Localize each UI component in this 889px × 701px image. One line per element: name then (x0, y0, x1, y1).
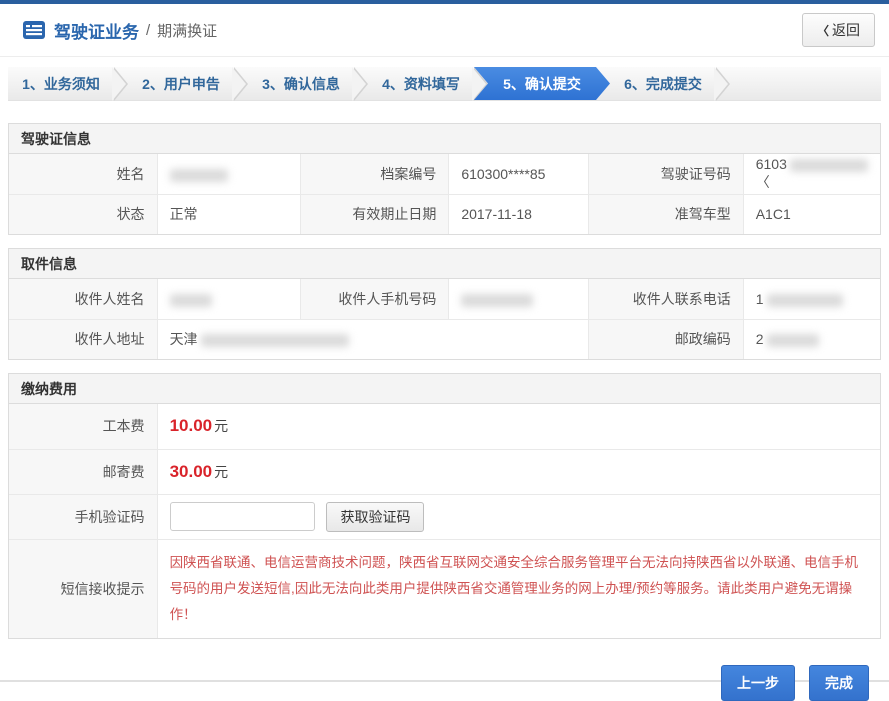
page-header: 驾驶证业务 / 期满换证 〈 返回 (0, 4, 889, 57)
sms-notice-label: 短信接收提示 (9, 539, 157, 638)
step-separator (716, 67, 730, 100)
redacted-mobile (461, 294, 533, 307)
redacted-address (201, 334, 349, 347)
step-1-business-notice[interactable]: 1、业务须知 (8, 67, 114, 100)
postage-fee-value: 30.00元 (157, 449, 880, 494)
step-4-fill-materials[interactable]: 4、资料填写 (368, 67, 474, 100)
expiry-label: 有效期止日期 (301, 194, 449, 234)
production-fee-value: 10.00元 (157, 404, 880, 449)
license-info-section: 驾驶证信息 姓名 档案编号 610300****85 驾驶证号码 6103〈 状… (8, 123, 881, 235)
sms-code-label: 手机验证码 (9, 494, 157, 539)
recipient-phone-value: 1 (743, 279, 880, 319)
finish-button[interactable]: 完成 (809, 665, 869, 701)
previous-step-button[interactable]: 上一步 (721, 665, 795, 701)
license-info-title: 驾驶证信息 (9, 124, 880, 154)
recipient-mobile-label: 收件人手机号码 (301, 279, 449, 319)
redacted-phone (767, 294, 843, 307)
breadcrumb-current: 期满换证 (157, 20, 217, 41)
step-bar-filler (730, 67, 881, 100)
table-row: 短信接收提示 因陕西省联通、电信运营商技术问题，陕西省互联网交通安全综合服务管理… (9, 539, 880, 638)
redacted-name (170, 169, 228, 182)
table-row: 工本费 10.00元 (9, 404, 880, 449)
license-services-icon (22, 20, 46, 40)
table-row: 邮寄费 30.00元 (9, 449, 880, 494)
production-fee-label: 工本费 (9, 404, 157, 449)
get-sms-code-button[interactable]: 获取验证码 (326, 502, 424, 532)
recipient-mobile-value (449, 279, 588, 319)
name-value (157, 154, 301, 194)
fees-title: 缴纳费用 (9, 374, 880, 404)
sms-notice-text: 因陕西省联通、电信运营商技术问题，陕西省互联网交通安全综合服务管理平台无法向持陕… (170, 540, 880, 639)
fees-section: 缴纳费用 工本费 10.00元 邮寄费 30.00元 手机验证码 获取验证码 短… (8, 373, 881, 639)
sms-code-cell: 获取验证码 (157, 494, 880, 539)
step-separator (354, 67, 368, 100)
vehicle-class-value: A1C1 (743, 194, 880, 234)
name-label: 姓名 (9, 154, 157, 194)
table-row: 收件人地址 天津 邮政编码 2 (9, 319, 880, 359)
footer-actions: 上一步 完成 (0, 665, 869, 701)
step-6-complete-submit[interactable]: 6、完成提交 (610, 67, 716, 100)
license-no-label: 驾驶证号码 (588, 154, 743, 194)
page-title: 驾驶证业务 (54, 18, 139, 43)
redacted-recipient-name (170, 294, 212, 307)
file-no-value: 610300****85 (449, 154, 588, 194)
pickup-info-section: 取件信息 收件人姓名 收件人手机号码 收件人联系电话 1 收件人地址 天津 邮政… (8, 248, 881, 360)
breadcrumb-separator: / (146, 22, 150, 39)
postage-fee-label: 邮寄费 (9, 449, 157, 494)
status-label: 状态 (9, 194, 157, 234)
license-info-table: 姓名 档案编号 610300****85 驾驶证号码 6103〈 状态 正常 有… (9, 154, 880, 234)
license-no-value: 6103〈 (743, 154, 880, 194)
step-wizard: 1、业务须知 2、用户申告 3、确认信息 4、资料填写 5、确认提交 6、完成提… (8, 67, 881, 101)
step-2-user-declaration[interactable]: 2、用户申告 (128, 67, 234, 100)
recipient-address-value: 天津 (157, 319, 588, 359)
back-button-label: 返回 (832, 20, 860, 40)
back-chevron-icon: 〈 (817, 22, 829, 39)
file-no-label: 档案编号 (301, 154, 449, 194)
recipient-name-value (157, 279, 301, 319)
table-row: 状态 正常 有效期止日期 2017-11-18 准驾车型 A1C1 (9, 194, 880, 234)
fees-table: 工本费 10.00元 邮寄费 30.00元 手机验证码 获取验证码 短信接收提示… (9, 404, 880, 638)
recipient-phone-label: 收件人联系电话 (588, 279, 743, 319)
pickup-info-title: 取件信息 (9, 249, 880, 279)
vehicle-class-label: 准驾车型 (588, 194, 743, 234)
table-row: 手机验证码 获取验证码 (9, 494, 880, 539)
redacted-license-no (790, 159, 868, 172)
step-3-confirm-info[interactable]: 3、确认信息 (248, 67, 354, 100)
step-5-confirm-submit-active[interactable]: 5、确认提交 (474, 67, 610, 100)
expiry-value: 2017-11-18 (449, 194, 588, 234)
back-button[interactable]: 〈 返回 (802, 13, 875, 47)
recipient-name-label: 收件人姓名 (9, 279, 157, 319)
postal-code-value: 2 (743, 319, 880, 359)
table-row: 姓名 档案编号 610300****85 驾驶证号码 6103〈 (9, 154, 880, 194)
sms-code-input[interactable] (170, 502, 315, 531)
step-separator (234, 67, 248, 100)
postal-code-label: 邮政编码 (588, 319, 743, 359)
recipient-address-label: 收件人地址 (9, 319, 157, 359)
step-separator (114, 67, 128, 100)
redacted-postal-code (767, 334, 819, 347)
table-row: 收件人姓名 收件人手机号码 收件人联系电话 1 (9, 279, 880, 319)
sms-notice-cell: 因陕西省联通、电信运营商技术问题，陕西省互联网交通安全综合服务管理平台无法向持陕… (157, 539, 880, 638)
pickup-info-table: 收件人姓名 收件人手机号码 收件人联系电话 1 收件人地址 天津 邮政编码 2 (9, 279, 880, 359)
status-value: 正常 (157, 194, 301, 234)
